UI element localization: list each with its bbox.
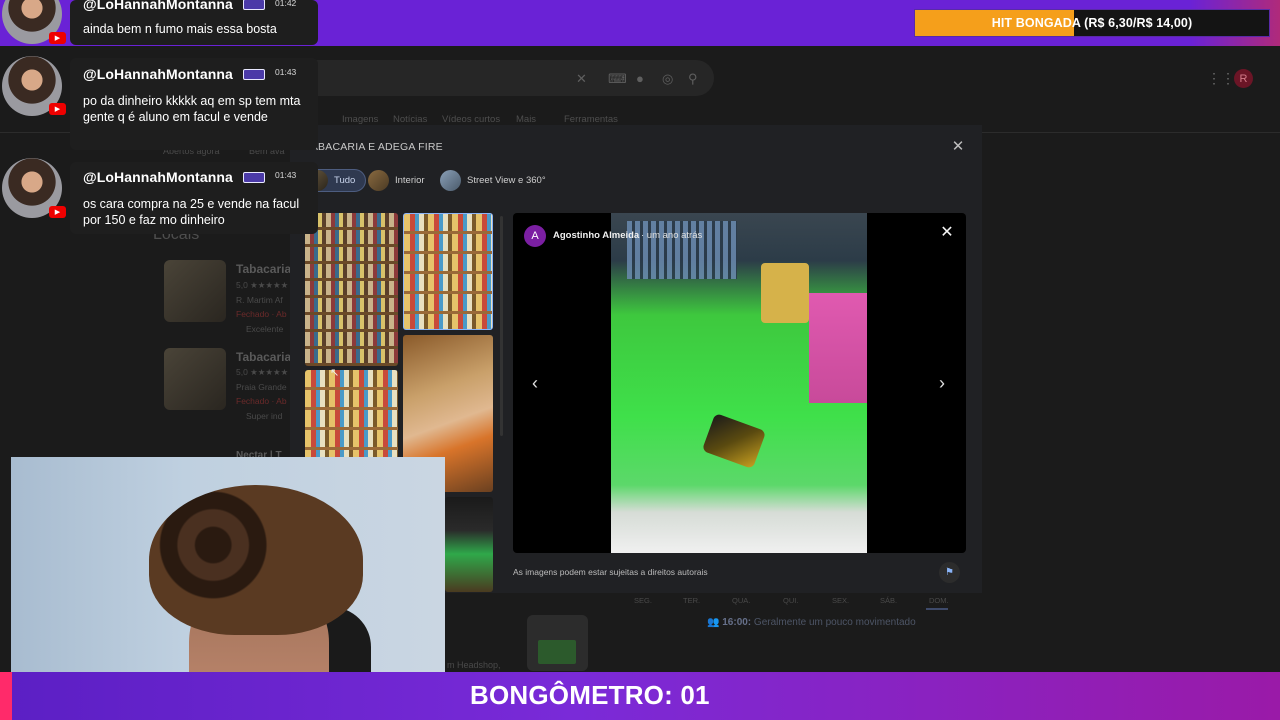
viewer-main-photo [611, 213, 867, 553]
chat-message: os cara compra na 25 e vende na facul po… [83, 197, 300, 227]
chip-label: Street View e 360° [467, 175, 546, 186]
clear-icon[interactable]: ✕ [576, 71, 587, 87]
author-avatar[interactable]: A [524, 225, 546, 247]
youtube-icon: ▶ [49, 32, 66, 44]
place-address: R. Martim Af [236, 295, 283, 305]
member-badge-icon [243, 0, 265, 10]
tab-news[interactable]: Notícias [393, 114, 427, 125]
chat-timestamp: 01:43 [275, 170, 297, 180]
chip-thumbnail [368, 170, 389, 191]
member-badge-icon [243, 69, 265, 80]
chat-username: @LoHannahMontanna [83, 66, 233, 82]
chat-message: ainda bem n fumo mais essa bosta [83, 22, 277, 36]
gallery-photo[interactable] [445, 497, 493, 592]
place-thumbnail[interactable] [164, 260, 226, 322]
place-review-snippet: Super ind [246, 411, 283, 421]
chat-username: @LoHannahMontanna [83, 0, 233, 12]
chat-timestamp: 01:42 [275, 0, 297, 8]
member-badge-icon [243, 172, 265, 183]
tab-short-videos[interactable]: Vídeos curtos [442, 114, 500, 125]
chip-thumbnail [440, 170, 461, 191]
place-rating: 5,0 ★★★★★ [236, 280, 289, 290]
review-photo-content [538, 640, 576, 664]
place-name[interactable]: Tabacaria [236, 262, 291, 276]
gallery-scrollbar[interactable] [500, 216, 503, 436]
gallery-title: TABACARIA E ADEGA FIRE [305, 141, 443, 153]
youtube-icon: ▶ [49, 206, 66, 218]
place-name[interactable]: Tabacaria [236, 350, 291, 364]
photo-viewer [513, 213, 966, 553]
place-thumbnail[interactable] [164, 348, 226, 410]
youtube-icon: ▶ [49, 103, 66, 115]
popular-times-summary: 👥 16:00: Geralmente um pouco movimentado [707, 617, 916, 628]
photo-detail [701, 412, 767, 470]
chip-interior[interactable]: Interior [368, 169, 433, 192]
photo-date: · um ano atrás [641, 230, 703, 241]
gallery-close-icon[interactable]: ✕ [950, 137, 966, 155]
day-mon[interactable]: SEG. [634, 596, 652, 605]
day-tue[interactable]: TER. [683, 596, 700, 605]
gallery-photo[interactable] [305, 213, 398, 366]
photo-detail [809, 293, 867, 403]
selected-day-indicator [926, 608, 948, 610]
chip-label: Interior [395, 175, 425, 186]
previous-photo-icon[interactable]: ‹ [527, 373, 543, 393]
chat-timestamp: 01:43 [275, 67, 297, 77]
chat-username: @LoHannahMontanna [83, 169, 233, 185]
photo-author[interactable]: Agostinho Almeida [553, 230, 639, 241]
search-icon[interactable]: ⚲ [688, 71, 698, 87]
place-rating: 5,0 ★★★★★ [236, 367, 289, 377]
account-avatar[interactable]: R [1234, 69, 1253, 88]
busy-time: 16:00: [722, 617, 752, 628]
day-thu[interactable]: QUI. [783, 596, 798, 605]
hit-bongada-meter: HIT BONGADA (R$ 6,30/R$ 14,00) [914, 9, 1270, 37]
photo-detail [761, 263, 809, 323]
chip-street-view[interactable]: Street View e 360° [440, 169, 554, 192]
tab-tools[interactable]: Ferramentas [564, 114, 618, 125]
keyboard-icon[interactable]: ⌨ [608, 71, 627, 87]
lens-icon[interactable]: ◎ [662, 71, 673, 87]
bottom-banner-accent [0, 672, 12, 720]
day-sun[interactable]: DOM. [929, 596, 949, 605]
tab-images[interactable]: Imagens [342, 114, 378, 125]
hit-meter-label: HIT BONGADA (R$ 6,30/R$ 14,00) [991, 16, 1193, 30]
busy-text: Geralmente um pouco movimentado [753, 617, 916, 628]
day-fri[interactable]: SEX. [832, 596, 849, 605]
webcam-hair [149, 485, 363, 635]
day-wed[interactable]: QUA. [732, 596, 750, 605]
day-sat[interactable]: SÁB. [880, 596, 897, 605]
viewer-close-icon[interactable]: ✕ [938, 222, 956, 241]
place-review-snippet: Excelente [246, 324, 284, 334]
tab-more[interactable]: Mais [516, 114, 536, 125]
place-status: Fechado · Ab [236, 309, 287, 319]
mic-icon[interactable]: ● [636, 71, 644, 86]
next-photo-icon[interactable]: › [934, 373, 950, 393]
copyright-notice: As imagens podem estar sujeitas a direit… [513, 567, 708, 577]
search-input[interactable] [296, 60, 714, 96]
headshop-snippet: m Headshop, [447, 660, 501, 670]
place-address: Praia Grande [236, 382, 287, 392]
gallery-photo-selected[interactable] [403, 213, 493, 330]
gallery-photo[interactable] [305, 370, 398, 460]
stream-frame: ✕ ⌨ ● ◎ ⚲ ⋮⋮⋮ R Imagens Notícias Vídeos … [0, 0, 1280, 720]
chat-message: po da dinheiro kkkkk aq em sp tem mta ge… [83, 94, 301, 124]
bongometro-counter: BONGÔMETRO: 01 [470, 680, 710, 710]
people-icon: 👥 [707, 617, 720, 628]
place-status: Fechado · Ab [236, 396, 287, 406]
mouse-cursor-icon: ↖ [330, 367, 340, 379]
report-flag-icon[interactable]: ⚑ [939, 562, 960, 583]
chip-label: Tudo [334, 175, 356, 186]
